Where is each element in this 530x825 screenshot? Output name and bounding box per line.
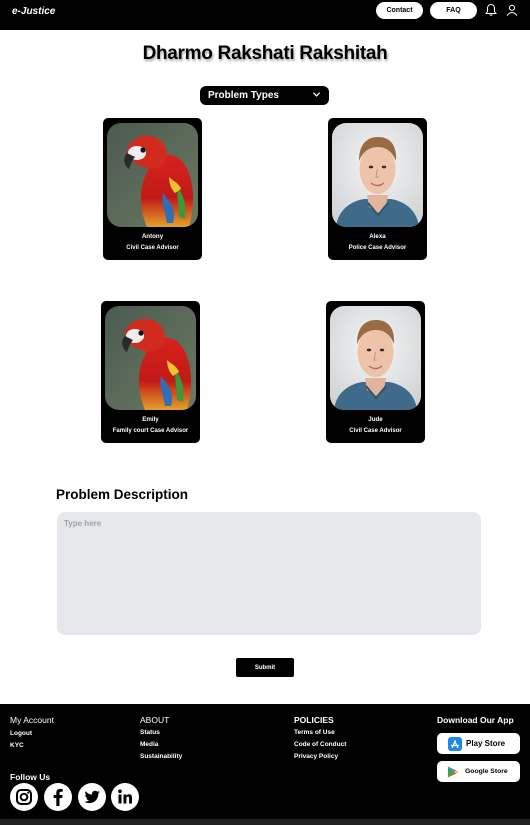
status-link[interactable]: Status xyxy=(140,729,160,736)
advisor-name: Antony xyxy=(141,233,164,240)
linkedin-icon[interactable] xyxy=(111,783,139,811)
media-link[interactable]: Media xyxy=(140,741,158,748)
problem-description-input[interactable] xyxy=(57,512,481,635)
contact-button[interactable]: Contact xyxy=(376,2,423,19)
advisor-photo xyxy=(330,306,421,410)
twitter-icon[interactable] xyxy=(78,783,106,811)
advisor-role: Civil Case Advisor xyxy=(349,428,402,434)
logo[interactable]: e-Justice xyxy=(12,6,55,17)
advisor-card[interactable]: Alexa Police Case Advisor xyxy=(328,118,427,260)
advisor-card[interactable]: Emily Family court Case Advisor xyxy=(101,301,200,443)
follow-us-title: Follow Us xyxy=(10,772,51,782)
about-title: ABOUT xyxy=(140,715,170,725)
footer-bottom-strip xyxy=(0,819,530,825)
advisor-name: Emily xyxy=(142,416,159,423)
google-store-button[interactable]: Google Store xyxy=(437,761,520,782)
my-account-title: My Account xyxy=(10,715,54,725)
advisor-role: Police Case Advisor xyxy=(348,245,407,251)
top-navbar: e-Justice Contact FAQ xyxy=(0,0,530,30)
problem-types-dropdown[interactable]: Problem Types xyxy=(200,86,329,105)
advisor-name: Jude xyxy=(368,416,383,423)
advisor-name: Alexa xyxy=(369,233,386,240)
download-app-title: Download Our App xyxy=(437,715,514,725)
google-play-icon xyxy=(448,766,459,777)
man-portrait-image xyxy=(332,123,423,227)
instagram-icon[interactable] xyxy=(10,783,38,811)
logout-link[interactable]: Logout xyxy=(10,730,32,737)
code-of-conduct-link[interactable]: Code of Conduct xyxy=(294,741,346,748)
facebook-icon[interactable] xyxy=(44,783,72,811)
advisor-role: Family court Case Advisor xyxy=(112,428,189,434)
google-store-label: Google Store xyxy=(465,768,508,775)
advisor-role: Civil Case Advisor xyxy=(126,245,179,251)
play-store-label: Play Store xyxy=(466,739,506,748)
privacy-policy-link[interactable]: Privacy Policy xyxy=(294,753,338,760)
sustainability-link[interactable]: Sustainability xyxy=(140,753,182,760)
submit-button[interactable]: Submit xyxy=(236,658,294,677)
parrot-image xyxy=(105,306,196,410)
bell-icon[interactable] xyxy=(484,3,498,17)
man-portrait-image xyxy=(330,306,421,410)
advisor-card[interactable]: Jude Civil Case Advisor xyxy=(326,301,425,443)
parrot-image xyxy=(107,123,198,227)
advisor-photo xyxy=(332,123,423,227)
page-title: Dharmo Rakshati Rakshitah xyxy=(142,43,388,64)
problem-description-title: Problem Description xyxy=(56,487,189,502)
policies-title: POLICIES xyxy=(294,715,334,725)
advisor-photo xyxy=(105,306,196,410)
terms-of-use-link[interactable]: Terms of Use xyxy=(294,729,335,736)
app-store-icon xyxy=(448,736,462,751)
advisor-photo xyxy=(107,123,198,227)
play-store-button[interactable]: Play Store xyxy=(437,733,520,754)
chevron-down-icon xyxy=(312,92,321,97)
advisor-card[interactable]: Antony Civil Case Advisor xyxy=(103,118,202,260)
dropdown-label: Problem Types xyxy=(208,90,279,101)
faq-button[interactable]: FAQ xyxy=(430,2,477,19)
kyc-link[interactable]: KYC xyxy=(10,742,24,749)
user-icon[interactable] xyxy=(505,3,519,17)
